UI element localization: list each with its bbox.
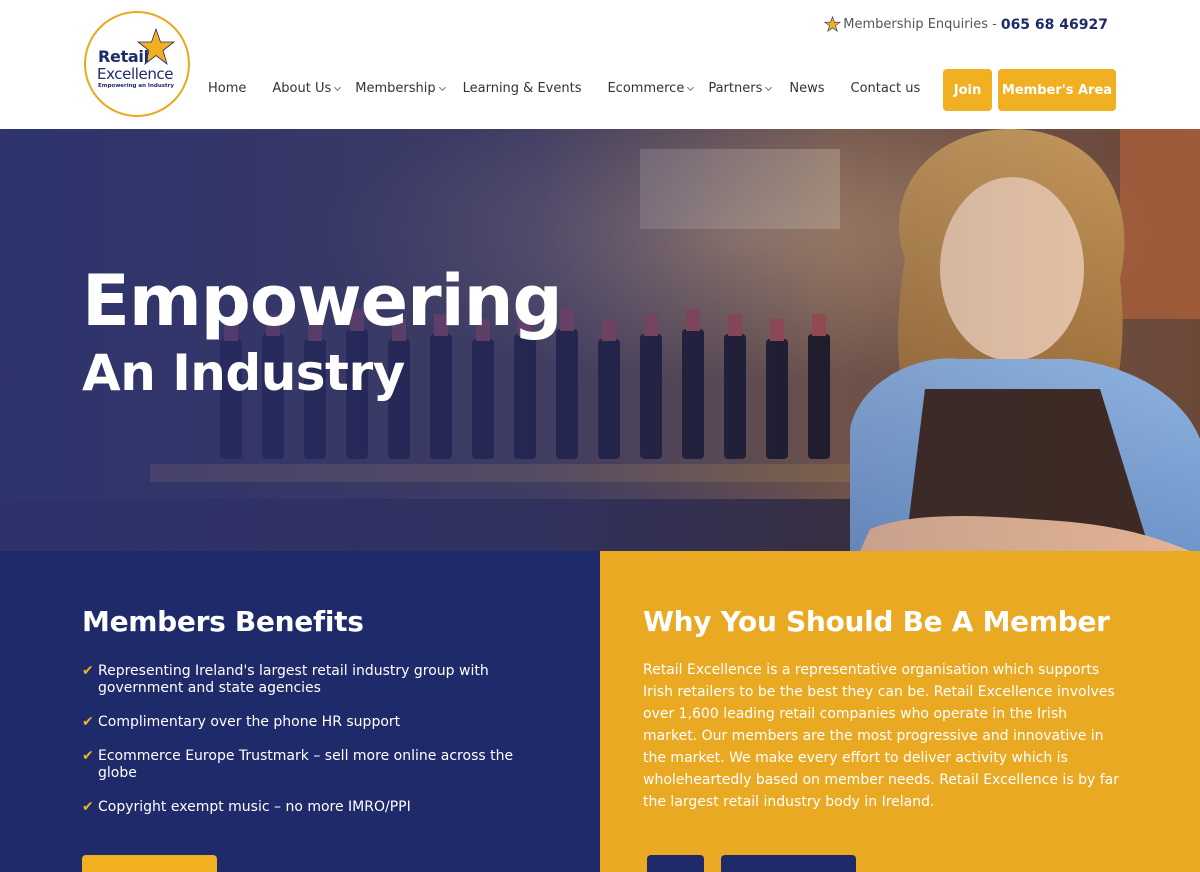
checkmark-icon: ✔ [82, 714, 94, 730]
main-nav: Home About Us Membership Learning & Even… [208, 81, 920, 96]
checkmark-icon: ✔ [82, 663, 94, 679]
benefit-item: ✔ Complimentary over the phone HR suppor… [82, 714, 401, 730]
enquiries-label: Membership Enquiries - [843, 17, 997, 32]
why-member-panel: Why You Should Be A Member Retail Excell… [600, 551, 1200, 872]
membership-enquiries: Membership Enquiries - 065 68 46927 [824, 16, 1108, 33]
logo-tagline: Empowering an Industry [98, 83, 174, 89]
hero-banner: Empowering An Industry [0, 129, 1200, 551]
checkmark-icon: ✔ [82, 748, 94, 764]
why-cta-button-1[interactable] [647, 855, 704, 872]
members-area-button[interactable]: Member's Area [998, 69, 1116, 111]
nav-item-about-us[interactable]: About Us [272, 81, 342, 96]
retail-excellence-logo[interactable]: Retail Excellence Empowering an Industry [84, 11, 190, 117]
hero-subtitle: An Industry [82, 344, 405, 402]
site-header: Retail Excellence Empowering an Industry… [0, 0, 1200, 129]
benefit-item: ✔ Ecommerce Europe Trustmark – sell more… [82, 748, 514, 781]
chevron-down-icon [438, 83, 446, 92]
benefit-item: ✔ Representing Ireland's largest retail … [82, 663, 489, 696]
members-benefits-panel: Members Benefits ✔ Representing Ireland'… [0, 551, 600, 872]
nav-item-home[interactable]: Home [208, 81, 246, 96]
why-body: Retail Excellence is a representative or… [643, 662, 1119, 810]
benefits-title: Members Benefits [82, 605, 364, 638]
benefit-item: ✔ Copyright exempt music – no more IMRO/… [82, 799, 411, 815]
nav-item-ecommerce[interactable]: Ecommerce [607, 81, 695, 96]
enquiries-phone-link[interactable]: 065 68 46927 [1001, 17, 1108, 33]
nav-item-membership[interactable]: Membership [355, 81, 446, 96]
join-button[interactable]: Join [943, 69, 992, 111]
nav-item-news[interactable]: News [789, 81, 824, 96]
chevron-down-icon [334, 83, 342, 92]
logo-name-line1: Retail [98, 47, 149, 66]
benefits-list: ✔ Representing Ireland's largest retail … [82, 663, 532, 833]
checkmark-icon: ✔ [82, 799, 94, 815]
star-icon [824, 16, 842, 33]
benefits-cta-button[interactable] [82, 855, 217, 872]
logo-name-line2: Excellence [97, 65, 174, 83]
hero-title: Empowering [82, 260, 563, 342]
nav-item-learning-events[interactable]: Learning & Events [463, 81, 582, 96]
nav-item-contact-us[interactable]: Contact us [851, 81, 921, 96]
chevron-down-icon [687, 83, 695, 92]
chevron-down-icon [765, 83, 773, 92]
why-title: Why You Should Be A Member [643, 605, 1110, 638]
nav-item-partners[interactable]: Partners [708, 81, 773, 96]
why-cta-button-2[interactable] [721, 855, 856, 872]
